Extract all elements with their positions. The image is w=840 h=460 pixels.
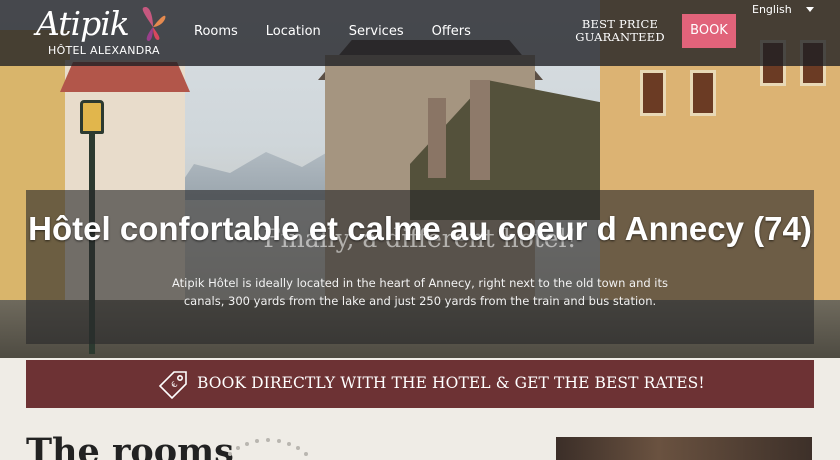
book-button[interactable]: BOOK	[682, 14, 736, 48]
book-direct-text[interactable]: BOOK DIRECTLY WITH THE HOTEL & GET THE B…	[197, 374, 705, 392]
nav-services[interactable]: Services	[349, 24, 404, 39]
logo-wordmark: Atipik	[36, 4, 130, 43]
hero-window	[640, 70, 666, 116]
best-price-guarantee: BEST PRICE GUARANTEED	[575, 17, 665, 44]
chevron-down-icon[interactable]	[806, 7, 814, 12]
hero-window	[690, 70, 716, 116]
hero-chimney	[470, 80, 490, 180]
nav-location[interactable]: Location	[266, 24, 321, 39]
top-navigation-bar: Atipik HÔTEL ALEXANDRA Rooms Location Se…	[0, 0, 840, 66]
hero-roof	[60, 62, 190, 92]
price-tag-icon: €	[158, 371, 187, 400]
intro-text: Atipik Hôtel is ideally located in the h…	[171, 276, 669, 308]
main-nav: Rooms Location Services Offers	[194, 24, 499, 39]
rooms-heading: The rooms	[26, 431, 234, 460]
room-photo[interactable]	[556, 437, 812, 460]
language-selector[interactable]: English	[752, 3, 792, 16]
hero-lamp	[80, 100, 104, 134]
page-title: Hôtel confortable et calme au coeur d An…	[28, 210, 812, 247]
hero-chimney	[428, 98, 446, 178]
svg-text:€: €	[169, 380, 179, 390]
dotted-ornament-icon	[228, 438, 308, 456]
logo-subtitle: HÔTEL ALEXANDRA	[48, 44, 160, 57]
hotel-logo[interactable]: Atipik HÔTEL ALEXANDRA	[36, 6, 176, 64]
nav-rooms[interactable]: Rooms	[194, 24, 238, 39]
nav-offers[interactable]: Offers	[432, 24, 471, 39]
butterfly-icon	[142, 7, 166, 41]
